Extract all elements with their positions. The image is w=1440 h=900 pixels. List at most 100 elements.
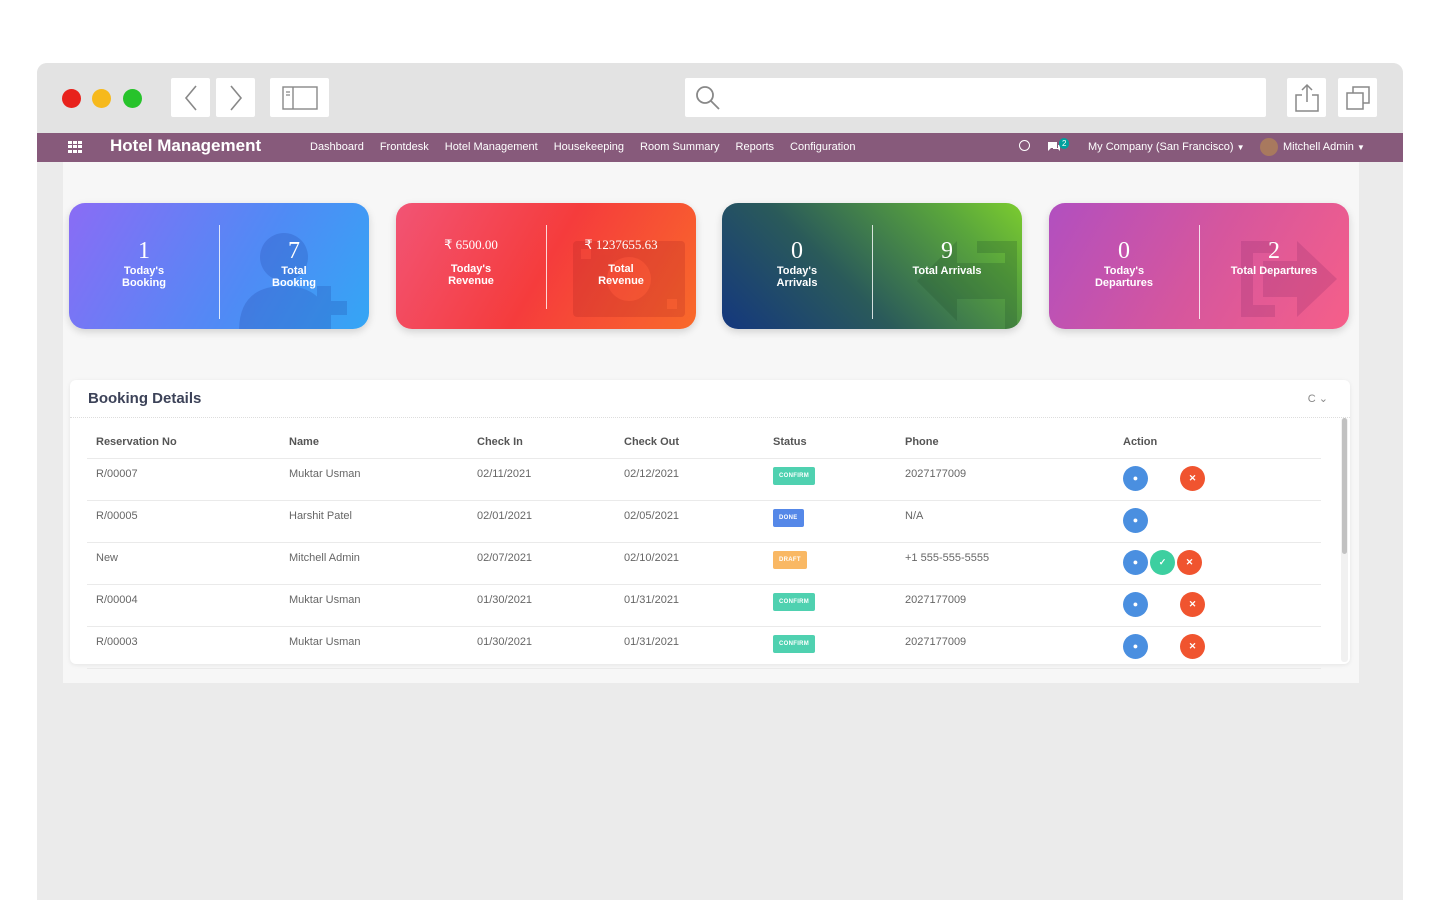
panel-controls[interactable]: C ⌄ bbox=[1308, 392, 1328, 405]
total-revenue-value: ₹ 1237655.63 bbox=[584, 237, 658, 252]
column-header[interactable]: Check In bbox=[468, 427, 615, 459]
status-badge: confirm bbox=[773, 592, 816, 611]
back-button[interactable] bbox=[171, 78, 210, 117]
arrivals-card[interactable]: 0 Today's Arrivals 9 Total Arrivals bbox=[722, 203, 1022, 329]
menu-item-frontdesk[interactable]: Frontdesk bbox=[380, 141, 429, 153]
company-name: My Company (San Francisco) bbox=[1088, 141, 1234, 153]
view-button[interactable]: ● bbox=[1123, 591, 1148, 617]
revenue-card[interactable]: ₹ 6500.00 Today's Revenue ₹ 1237655.63 Tot… bbox=[396, 203, 696, 329]
reservation-no: R/00005 bbox=[87, 500, 280, 543]
guest-name: Muktar Usman bbox=[280, 626, 468, 669]
confirm-button[interactable]: ✓ bbox=[1150, 549, 1175, 575]
eye-icon: ● bbox=[1132, 599, 1139, 609]
departures-card[interactable]: 0 Today's Departures 2 Total Departures bbox=[1049, 203, 1349, 329]
cancel-button[interactable]: ✕ bbox=[1180, 465, 1205, 491]
apps-menu-icon[interactable] bbox=[68, 141, 82, 153]
caret-down-icon: ▼ bbox=[1236, 143, 1245, 152]
view-button[interactable]: ● bbox=[1123, 507, 1148, 533]
column-header[interactable]: Status bbox=[764, 427, 896, 459]
app-navbar: Hotel Management Dashboard Frontdesk Hot… bbox=[37, 133, 1403, 162]
close-icon: ✕ bbox=[1188, 598, 1197, 609]
minimize-window-button[interactable] bbox=[92, 89, 111, 108]
cancel-button[interactable]: ✕ bbox=[1180, 591, 1205, 617]
check-in: 02/11/2021 bbox=[468, 458, 615, 501]
reservation-no: New bbox=[87, 542, 280, 585]
caret-down-icon: ▼ bbox=[1356, 143, 1365, 152]
address-bar[interactable] bbox=[685, 78, 1266, 117]
eye-icon: ● bbox=[1132, 473, 1139, 483]
column-header[interactable]: Check Out bbox=[615, 427, 764, 459]
reservation-no: R/00007 bbox=[87, 458, 280, 501]
booking-details-panel: Booking Details C ⌄ Reservation No Name … bbox=[70, 380, 1350, 669]
browser-toolbar bbox=[37, 63, 1403, 133]
todays-booking-label: Today's Booking bbox=[122, 265, 166, 289]
sidebar-toggle-button[interactable] bbox=[270, 78, 329, 117]
table-row[interactable]: R/00003 Muktar Usman 01/30/2021 01/31/20… bbox=[87, 626, 1321, 669]
phone: 2027177009 bbox=[896, 458, 1114, 501]
status-badge: confirm bbox=[773, 466, 816, 485]
check-in: 01/30/2021 bbox=[468, 584, 615, 627]
user-name: Mitchell Admin bbox=[1283, 141, 1354, 153]
eye-icon: ● bbox=[1132, 515, 1139, 525]
status-badge: confirm bbox=[773, 634, 816, 653]
forward-button[interactable] bbox=[216, 78, 255, 117]
search-icon bbox=[696, 86, 720, 110]
total-booking-value: 7 bbox=[288, 238, 300, 264]
company-switcher[interactable]: My Company (San Francisco) ▼ bbox=[1088, 141, 1244, 153]
chevron-left-icon bbox=[184, 84, 197, 111]
check-out: 02/05/2021 bbox=[615, 500, 764, 543]
check-icon: ✓ bbox=[1158, 556, 1167, 567]
table-row[interactable]: New Mitchell Admin 02/07/2021 02/10/2021… bbox=[87, 542, 1321, 585]
todays-arrivals-value: 0 bbox=[791, 238, 803, 264]
menu-item-room-summary[interactable]: Room Summary bbox=[640, 141, 719, 153]
maximize-window-button[interactable] bbox=[123, 89, 142, 108]
guest-name: Mitchell Admin bbox=[280, 542, 468, 585]
todays-revenue-label: Today's Revenue bbox=[448, 263, 494, 287]
panel-title: Booking Details bbox=[88, 390, 202, 407]
todays-departures-label: Today's Departures bbox=[1094, 265, 1154, 289]
column-header[interactable]: Phone bbox=[896, 427, 1114, 459]
dashboard-content: 1 Today's Booking 7 Total Booking ₹ 6500.0… bbox=[63, 162, 1359, 683]
column-header: Action bbox=[1114, 427, 1321, 459]
guest-name: Harshit Patel bbox=[280, 500, 468, 543]
share-button[interactable] bbox=[1287, 78, 1326, 117]
cancel-button[interactable]: ✕ bbox=[1180, 633, 1205, 659]
status-badge: done bbox=[773, 508, 804, 527]
eye-icon: ● bbox=[1132, 557, 1139, 567]
view-button[interactable]: ● bbox=[1123, 633, 1148, 659]
booking-card[interactable]: 1 Today's Booking 7 Total Booking bbox=[69, 203, 369, 329]
menu-item-housekeeping[interactable]: Housekeeping bbox=[554, 141, 624, 153]
cancel-button[interactable]: ✕ bbox=[1177, 549, 1202, 575]
activity-clock-icon[interactable] bbox=[1019, 140, 1030, 151]
check-in: 01/30/2021 bbox=[468, 626, 615, 669]
total-revenue-label: Total Revenue bbox=[598, 263, 644, 287]
chat-count-badge: 2 bbox=[1059, 138, 1070, 149]
phone: 2027177009 bbox=[896, 626, 1114, 669]
table-row[interactable]: R/00004 Muktar Usman 01/30/2021 01/31/20… bbox=[87, 584, 1321, 627]
table-scrollbar[interactable] bbox=[1341, 418, 1348, 662]
view-button[interactable]: ● bbox=[1123, 549, 1148, 575]
view-button[interactable]: ● bbox=[1123, 465, 1148, 491]
table-row[interactable]: R/00007 Muktar Usman 02/11/2021 02/12/20… bbox=[87, 458, 1321, 501]
tabs-icon bbox=[1345, 85, 1370, 110]
main-menu: Dashboard Frontdesk Hotel Management Hou… bbox=[310, 141, 871, 153]
column-header[interactable]: Name bbox=[280, 427, 468, 459]
user-menu[interactable]: Mitchell Admin ▼ bbox=[1283, 141, 1365, 153]
chevron-right-icon bbox=[229, 84, 242, 111]
check-out: 02/12/2021 bbox=[615, 458, 764, 501]
close-window-button[interactable] bbox=[62, 89, 81, 108]
total-arrivals-label: Total Arrivals bbox=[912, 265, 982, 277]
menu-item-reports[interactable]: Reports bbox=[736, 141, 775, 153]
check-out: 01/31/2021 bbox=[615, 584, 764, 627]
menu-item-configuration[interactable]: Configuration bbox=[790, 141, 855, 153]
table-row[interactable]: R/00005 Harshit Patel 02/01/2021 02/05/2… bbox=[87, 500, 1321, 543]
scrollbar-thumb[interactable] bbox=[1342, 418, 1347, 554]
menu-item-dashboard[interactable]: Dashboard bbox=[310, 141, 364, 153]
phone: +1 555-555-5555 bbox=[896, 542, 1114, 585]
app-brand[interactable]: Hotel Management bbox=[110, 136, 261, 156]
panel-divider bbox=[70, 417, 1350, 418]
menu-item-hotel-management[interactable]: Hotel Management bbox=[445, 141, 538, 153]
tabs-button[interactable] bbox=[1338, 78, 1377, 117]
user-avatar[interactable] bbox=[1260, 138, 1278, 156]
column-header[interactable]: Reservation No bbox=[87, 427, 280, 459]
